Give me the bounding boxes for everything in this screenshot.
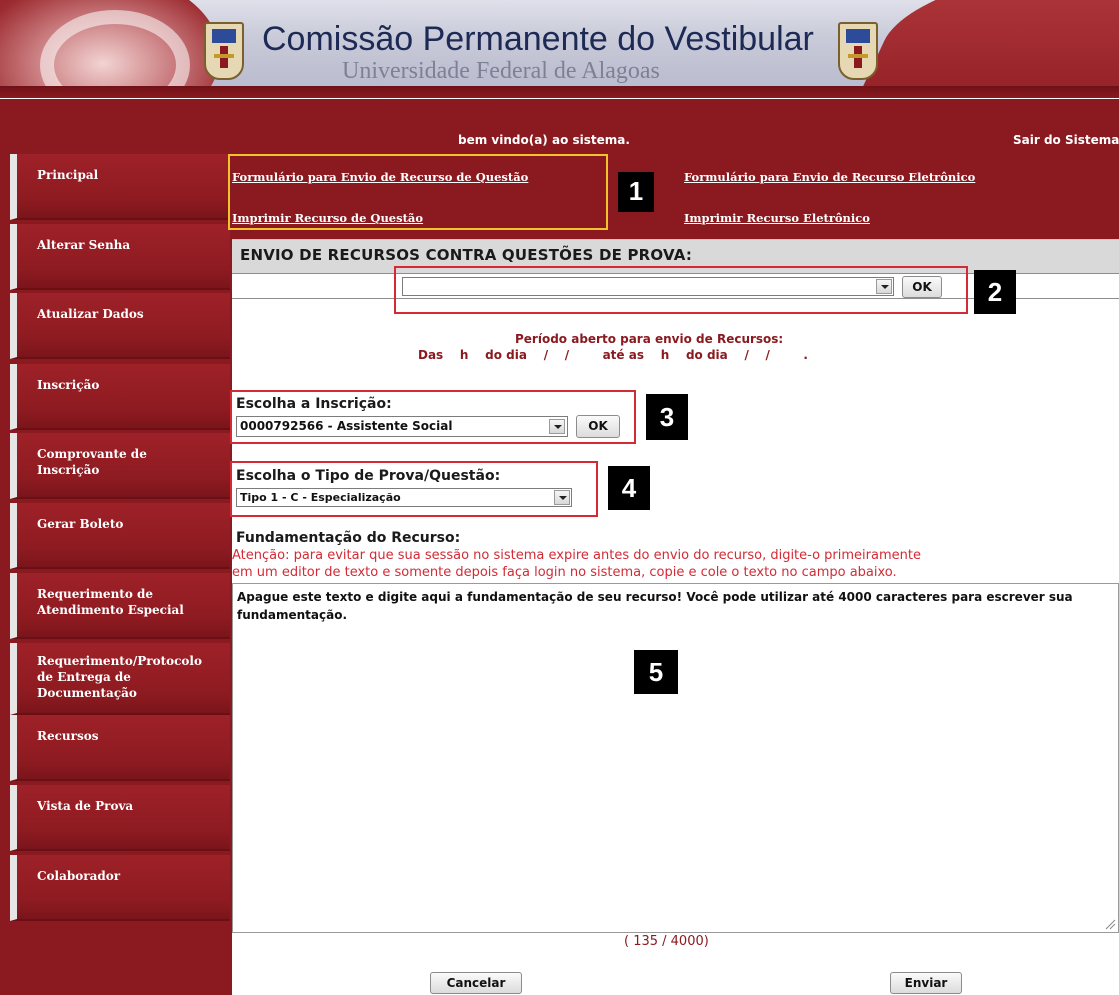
logout-link[interactable]: Sair do Sistema: [1013, 133, 1119, 147]
inscricao-select[interactable]: 0000792566 - Assistente Social: [236, 416, 568, 437]
sidebar-item-principal[interactable]: Principal: [10, 154, 230, 220]
concurso-select-arrow[interactable]: [876, 278, 893, 295]
resize-grip-icon[interactable]: [1104, 918, 1116, 930]
sidebar-item-recursos[interactable]: Recursos: [10, 715, 230, 781]
header-subtitle: Universidade Federal de Alagoas: [342, 58, 660, 84]
chevron-down-icon: [549, 419, 565, 434]
sidebar-item-alterar-senha[interactable]: Alterar Senha: [10, 224, 230, 290]
character-counter: ( 135 / 4000): [624, 934, 709, 949]
sidebar-item-label: Requerimento/Protocolo de Entrega de Doc…: [37, 654, 202, 700]
sidebar-item-colaborador[interactable]: Colaborador: [10, 855, 230, 921]
header-bottom-band: [0, 86, 1119, 98]
sidebar-item-gerar-boleto[interactable]: Gerar Boleto: [10, 503, 230, 569]
page-header: Comissão Permanente do Vestibular Univer…: [0, 0, 1119, 98]
chevron-down-icon: [554, 490, 570, 505]
link-form-recurso-questao[interactable]: Formulário para Envio de Recurso de Ques…: [232, 170, 528, 184]
send-button[interactable]: Enviar: [890, 972, 962, 994]
fundamentacao-textarea[interactable]: [232, 583, 1119, 933]
warning-line-2: em um editor de texto e somente depois f…: [232, 565, 897, 580]
sidebar-item-label: Colaborador: [37, 869, 121, 883]
sidebar-item-vista-de-prova[interactable]: Vista de Prova: [10, 785, 230, 851]
tipo-prova-select-arrow[interactable]: [554, 489, 571, 506]
sidebar-item-protocolo[interactable]: Requerimento/Protocolo de Entrega de Doc…: [10, 643, 230, 715]
inscricao-select-arrow[interactable]: [549, 418, 566, 435]
badge-3: 3: [646, 394, 688, 440]
sidebar-item-label: Alterar Senha: [37, 238, 131, 252]
badge-2: 2: [974, 270, 1016, 314]
badge-4: 4: [608, 466, 650, 510]
sidebar-item-inscricao[interactable]: Inscrição: [10, 364, 230, 430]
sidebar-item-label: Principal: [37, 168, 99, 182]
fundamentacao-text: Apague este texto e digite aqui a fundam…: [237, 590, 1073, 622]
university-crest-icon-right: [838, 22, 878, 80]
concurso-select[interactable]: [402, 277, 894, 296]
badge-5: 5: [634, 650, 678, 694]
badge-1: 1: [618, 172, 654, 212]
link-imprimir-recurso-eletronico[interactable]: Imprimir Recurso Eletrônico: [684, 211, 870, 225]
sidebar-item-comprovante[interactable]: Comprovante de Inscrição: [10, 433, 230, 499]
tipo-prova-label: Escolha o Tipo de Prova/Questão:: [236, 468, 501, 484]
sidebar-item-label: Atualizar Dados: [37, 307, 144, 321]
link-imprimir-recurso-questao[interactable]: Imprimir Recurso de Questão: [232, 211, 423, 225]
cancel-button[interactable]: Cancelar: [430, 972, 522, 994]
sidebar-item-atendimento-especial[interactable]: Requerimento de Atendimento Especial: [10, 573, 230, 639]
section-title: ENVIO DE RECURSOS CONTRA QUESTÕES DE PRO…: [240, 246, 693, 264]
sidebar-item-label: Inscrição: [37, 378, 100, 392]
warning-line-1: Atenção: para evitar que sua sessão no s…: [232, 548, 921, 563]
sidebar-item-label: Recursos: [37, 729, 99, 743]
inscricao-ok-button[interactable]: OK: [576, 415, 620, 438]
period-details: Das h do dia / / até as h do dia / / .: [418, 348, 808, 362]
inscricao-label: Escolha a Inscrição:: [236, 396, 392, 412]
period-title: Período aberto para envio de Recursos:: [515, 332, 784, 346]
sidebar-item-label: Requerimento de Atendimento Especial: [37, 587, 184, 617]
chevron-down-icon: [876, 279, 892, 294]
header-title: Comissão Permanente do Vestibular: [262, 20, 814, 58]
sidebar-item-label: Comprovante de Inscrição: [37, 447, 147, 477]
link-form-recurso-eletronico[interactable]: Formulário para Envio de Recurso Eletrôn…: [684, 170, 975, 184]
sidebar-item-atualizar-dados[interactable]: Atualizar Dados: [10, 293, 230, 359]
welcome-message: bem vindo(a) ao sistema.: [458, 133, 630, 147]
sidebar-item-label: Gerar Boleto: [37, 517, 124, 531]
university-crest-icon-left: [204, 22, 244, 80]
sidebar-item-label: Vista de Prova: [37, 799, 134, 813]
concurso-ok-button[interactable]: OK: [902, 276, 942, 298]
tipo-prova-select[interactable]: Tipo 1 - C - Especialização: [236, 488, 572, 507]
fundamentacao-label: Fundamentação do Recurso:: [236, 530, 461, 546]
